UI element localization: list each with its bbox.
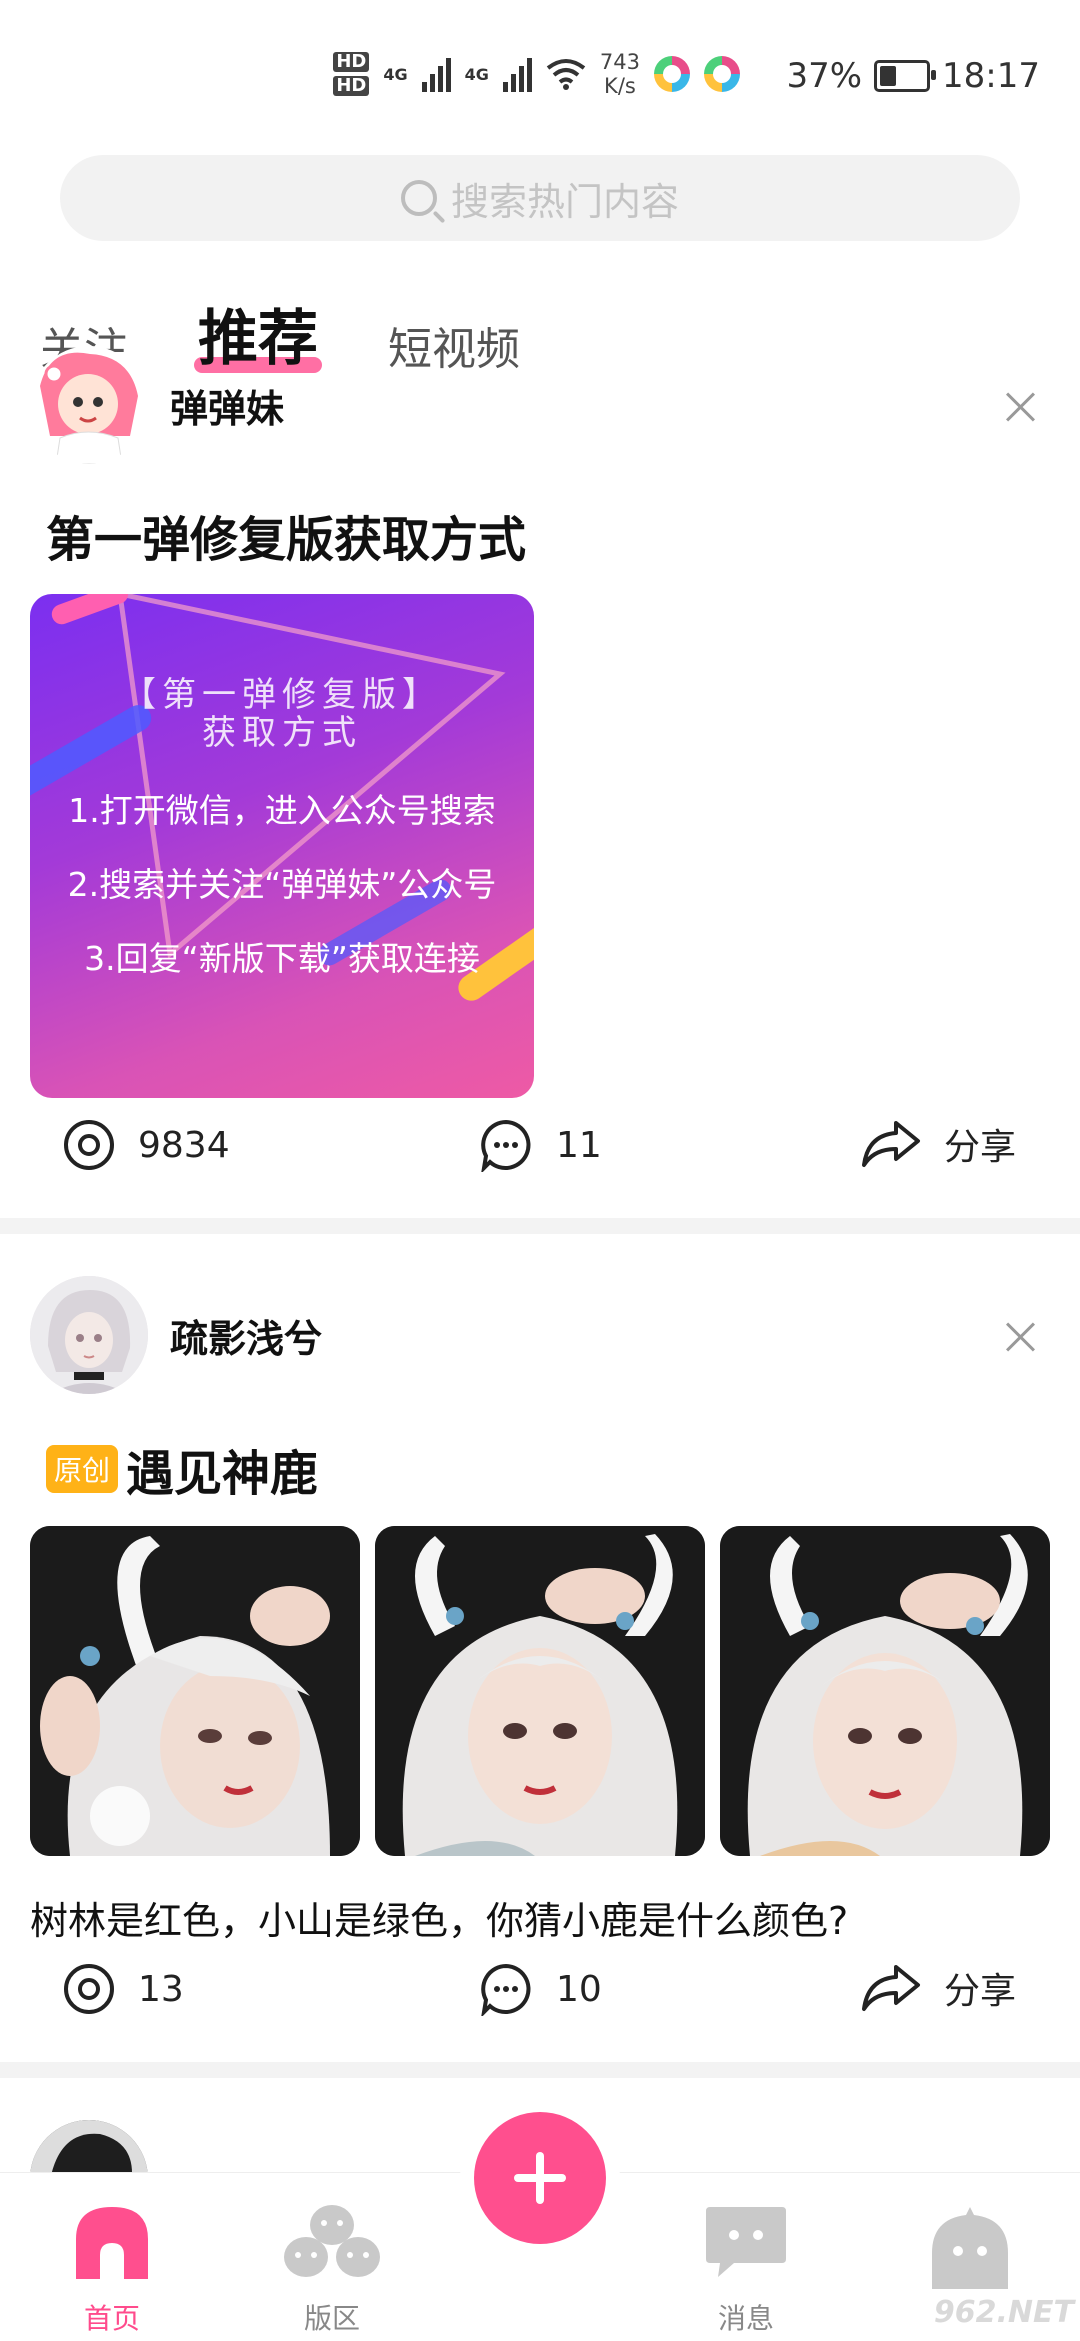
nav-board-label: 版区 xyxy=(303,2302,360,2335)
search-placeholder: 搜索热门内容 xyxy=(450,179,679,224)
speed-unit: K/s xyxy=(604,74,636,98)
search-icon xyxy=(400,180,437,216)
status-bar: HD HD 4G 4G 743 K/s 37% 18:17 xyxy=(0,0,1080,150)
post-caption[interactable]: 树林是红色，小山是绿色，你猜小鹿是什么颜色? xyxy=(30,1890,848,1945)
signal-label: 4G xyxy=(464,64,489,84)
promo-heading: 【第一弹修复版】 获取方式 xyxy=(30,676,534,752)
nav-messages[interactable]: 消息 xyxy=(676,2203,816,2337)
nav-home-label: 首页 xyxy=(83,2302,140,2335)
share-button[interactable]: 分享 xyxy=(860,1962,1016,2014)
avatar-image xyxy=(30,1276,148,1394)
battery-percent: 37% xyxy=(786,56,863,96)
eye-icon xyxy=(64,1120,114,1170)
author-name[interactable]: 疏影浅兮 xyxy=(170,1308,322,1363)
promo-step-2: 2.搜索并关注“弹弹妹”公众号 xyxy=(67,865,497,904)
speed-value: 743 xyxy=(599,50,640,74)
post-author[interactable]: 弹弹妹 xyxy=(30,346,284,464)
post-divider xyxy=(0,2062,1080,2078)
avatar[interactable] xyxy=(30,1276,148,1394)
original-badge: 原创 xyxy=(46,1445,119,1493)
board-icon xyxy=(284,2205,380,2277)
promo-step-1: 1.打开微信，进入公众号搜索 xyxy=(68,791,496,830)
author-name[interactable]: 弹弹妹 xyxy=(170,378,284,433)
close-icon[interactable] xyxy=(1004,1320,1038,1354)
nav-home[interactable]: 首页 xyxy=(42,2203,182,2337)
tab-short-video[interactable]: 短视频 xyxy=(388,313,520,377)
hd-icon: HD xyxy=(333,52,370,72)
photo-image xyxy=(720,1526,1050,1856)
views-button[interactable]: 13 xyxy=(62,1962,184,2016)
nav-board[interactable]: 版区 xyxy=(262,2203,402,2337)
close-icon[interactable] xyxy=(1004,390,1038,424)
comment-icon xyxy=(481,1963,531,2016)
signal-icon xyxy=(421,56,451,92)
hd-icon: HD xyxy=(333,76,370,96)
clock: 18:17 xyxy=(942,56,1040,96)
post-actions: 9834 11 分享 xyxy=(0,1118,1080,1198)
plus-icon xyxy=(514,2152,566,2204)
status-right: 37% 18:17 xyxy=(786,56,1040,96)
share-icon xyxy=(862,1965,920,2011)
search-bar[interactable]: 搜索热门内容 xyxy=(60,155,1020,241)
share-icon xyxy=(862,1121,920,1167)
avatar-image xyxy=(40,352,138,464)
nav-messages-label: 消息 xyxy=(717,2302,774,2335)
promo-heading-line2: 获取方式 xyxy=(202,713,362,753)
comment-icon xyxy=(481,1119,531,1172)
comments-count: 10 xyxy=(556,1968,602,2010)
network-speed: 743 K/s xyxy=(600,50,640,98)
promo-decoration xyxy=(30,594,534,1001)
eye-icon xyxy=(64,1964,114,2014)
battery-fill xyxy=(880,66,897,86)
promo-heading-line1: 【第一弹修复版】 xyxy=(122,675,442,715)
photo-image xyxy=(375,1526,705,1856)
post-photo[interactable] xyxy=(720,1526,1050,1856)
views-count: 13 xyxy=(138,1968,184,2010)
nav-profile[interactable] xyxy=(900,2203,1040,2307)
hd-indicators: HD HD xyxy=(333,52,370,96)
wifi-icon xyxy=(546,59,586,90)
signal-icon xyxy=(502,56,532,92)
share-label: 分享 xyxy=(944,1971,1017,2012)
post-actions: 13 10 分享 xyxy=(0,1962,1080,2042)
photo-image xyxy=(30,1526,360,1856)
comments-count: 11 xyxy=(556,1124,602,1166)
message-icon xyxy=(706,2207,786,2277)
share-label: 分享 xyxy=(944,1127,1017,1168)
promo-step-3: 3.回复“新版下载”获取连接 xyxy=(84,939,480,978)
post-title[interactable]: 第一弹修复版获取方式 xyxy=(46,500,526,570)
post-author[interactable]: 疏影浅兮 xyxy=(30,1276,322,1394)
post-title[interactable]: 原创 遇见神鹿 xyxy=(46,1434,318,1504)
avatar[interactable] xyxy=(30,346,148,464)
post-title-text: 遇见神鹿 xyxy=(126,1446,319,1502)
signal-label: 4G xyxy=(383,64,408,84)
post-image[interactable]: 【第一弹修复版】 获取方式 1.打开微信，进入公众号搜索 2.搜索并关注“弹弹妹… xyxy=(30,594,534,1098)
views-button[interactable]: 9834 xyxy=(62,1118,230,1172)
battery-icon xyxy=(874,60,937,92)
post-photo[interactable] xyxy=(375,1526,705,1856)
post-photo[interactable] xyxy=(30,1526,360,1856)
comments-button[interactable]: 11 xyxy=(478,1118,602,1172)
post-divider xyxy=(0,1218,1080,1234)
app-notification-icon xyxy=(704,56,740,92)
status-icons: HD HD 4G 4G 743 K/s xyxy=(333,50,740,98)
home-icon xyxy=(76,2207,148,2279)
comments-button[interactable]: 10 xyxy=(478,1962,602,2016)
watermark-logo: 962.NET xyxy=(933,2295,1074,2330)
views-count: 9834 xyxy=(138,1124,230,1166)
create-post-button[interactable] xyxy=(474,2112,606,2244)
profile-icon xyxy=(932,2207,1008,2289)
share-button[interactable]: 分享 xyxy=(860,1118,1016,1170)
app-notification-icon xyxy=(654,56,690,92)
